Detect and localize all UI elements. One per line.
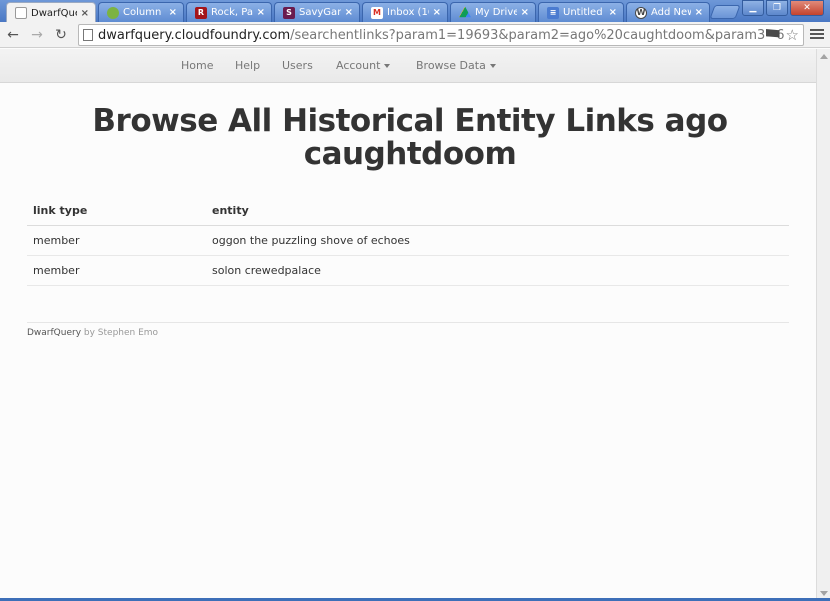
footer-byline: by Stephen Emo [83,328,159,338]
menu-icon[interactable] [810,26,824,42]
tab-title: Untitled d [563,7,605,18]
nav-account-dropdown[interactable]: Account [336,59,391,72]
forward-arrow-icon[interactable]: → [28,26,46,44]
page-title: Browse All Historical Entity Links ago c… [92,103,728,172]
docs-icon: ≡ [547,6,559,19]
tab-title: My Drive [475,7,517,18]
close-tab-icon[interactable]: × [345,7,353,18]
browser-toolbar: ← → ↻ dwarfquery.cloudfoundry.com/search… [0,22,830,48]
site-navbar: Home Help Users Account Browse Data [0,49,816,83]
tab-dwarfquery[interactable]: DwarfQue × [6,2,96,23]
reload-icon[interactable]: ↻ [52,26,70,44]
close-tab-icon[interactable]: × [433,7,441,18]
scroll-down-icon[interactable] [820,591,828,596]
tab-title: SavyGam [299,7,341,18]
browser-tab-strip: DwarfQue × Column n × R Rock, Pap × S Sa… [0,0,830,23]
footer-brand: DwarfQuery [27,328,82,338]
entity-cell: oggon the puzzling shove of echoes [206,225,789,256]
close-tab-icon[interactable]: × [257,7,265,18]
new-tab-button[interactable] [709,5,741,19]
scroll-up-icon[interactable] [820,54,828,59]
tab-add-new[interactable]: W Add New × [626,2,710,22]
column-header-link-type: link type [27,196,206,226]
link-type-cell: member [27,225,206,256]
restore-icon[interactable]: ❐ [766,0,788,16]
column-header-entity: entity [206,196,789,226]
tab-column[interactable]: Column n × [98,2,184,22]
page-icon [83,29,93,41]
entity-cell: solon crewedpalace [206,255,789,286]
footer-divider [27,322,789,323]
table-row: member oggon the puzzling shove of echoe… [27,225,789,256]
close-window-icon[interactable]: ✕ [790,0,824,16]
wordpress-icon: W [635,6,647,19]
tab-untitled-doc[interactable]: ≡ Untitled d × [538,2,624,22]
close-tab-icon[interactable]: × [609,7,617,18]
caret-down-icon [384,64,391,68]
table-header-row: link type entity [27,196,789,226]
minimize-icon[interactable]: ▁ [742,0,764,16]
close-tab-icon[interactable]: × [695,7,703,18]
tab-title: Inbox (16 [387,7,429,18]
url-path: /searchentlinks?param1=19693&param2=ago%… [290,27,785,43]
vertical-scrollbar[interactable] [816,49,830,601]
tab-title: DwarfQue [31,7,77,19]
footer: DwarfQuery by Stephen Emo [27,328,158,338]
back-arrow-icon[interactable]: ← [4,26,22,44]
caret-down-icon [489,64,496,68]
tab-title: Add New [651,7,691,18]
links-table: link type entity member oggon the puzzli… [27,196,789,286]
close-tab-icon[interactable]: × [81,8,89,19]
nav-help[interactable]: Help [235,59,260,72]
tab-my-drive[interactable]: My Drive × [450,2,536,22]
table-row: member solon crewedpalace [27,255,789,286]
window-controls: ▁ ❐ ✕ [742,0,824,16]
nav-account-label: Account [336,59,381,72]
gmail-icon: M [371,6,383,19]
cloudfoundry-icon [107,6,119,19]
address-bar[interactable]: dwarfquery.cloudfoundry.com/searchentlin… [78,24,804,46]
url-host: dwarfquery.cloudfoundry.com [98,27,291,43]
tab-rock-paper[interactable]: R Rock, Pap × [186,2,272,22]
nav-browse-data-dropdown[interactable]: Browse Data [416,59,496,72]
tab-title: Rock, Pap [211,7,253,18]
page-icon [15,7,27,19]
close-tab-icon[interactable]: × [169,7,177,18]
drive-icon [459,6,471,18]
bookmark-star-icon[interactable]: ☆ [786,27,799,43]
rock-paper-icon: R [195,6,207,19]
link-type-cell: member [27,255,206,286]
flag-icon[interactable] [765,29,780,38]
nav-users[interactable]: Users [282,59,313,72]
tab-savygamer[interactable]: S SavyGam × [274,2,360,22]
nav-home[interactable]: Home [181,59,213,72]
close-tab-icon[interactable]: × [521,7,529,18]
tab-title: Column n [123,7,165,18]
savygamer-icon: S [283,6,295,19]
tab-inbox[interactable]: M Inbox (16 × [362,2,448,22]
nav-browse-data-label: Browse Data [416,59,486,72]
